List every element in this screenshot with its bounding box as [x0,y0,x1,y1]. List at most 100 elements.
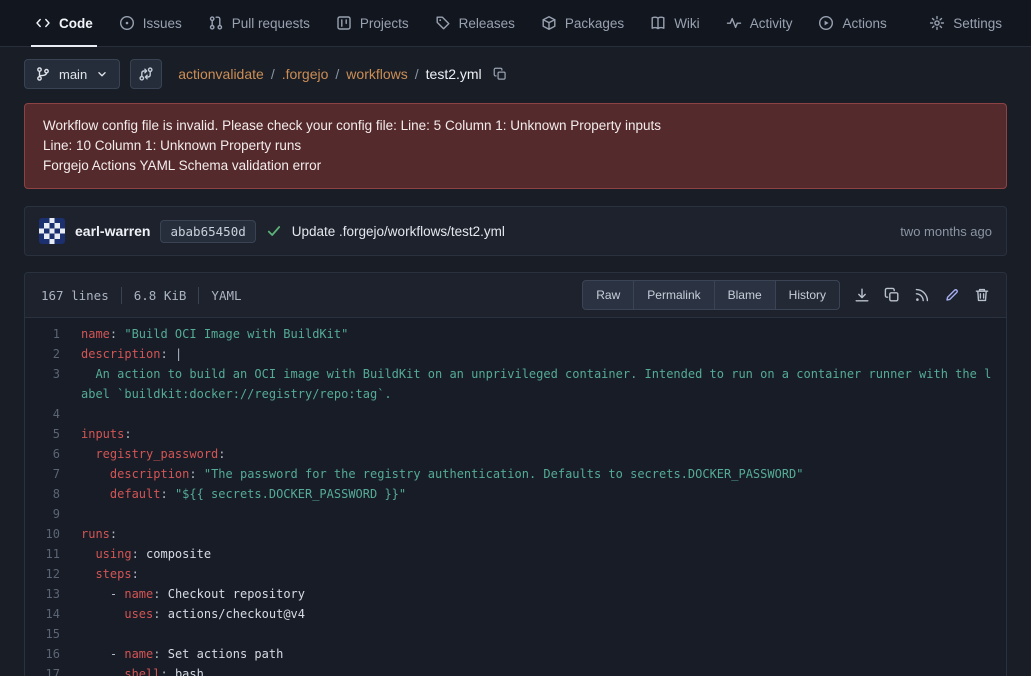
branch-label: main [59,67,87,82]
code-line: 17 shell: bash [25,664,1006,676]
tab-label: Code [59,16,93,31]
line-number[interactable]: 8 [25,484,73,504]
release-icon [435,15,451,31]
compare-icon [138,66,154,82]
file-lines-count: 167 lines [41,288,109,303]
breadcrumb-dir-forgejo[interactable]: .forgejo [282,66,329,82]
commit-sha-badge[interactable]: abab65450d [160,220,255,243]
breadcrumb-separator: / [415,66,419,82]
delete-file-button[interactable] [968,281,996,309]
latest-commit-bar: earl-warren abab65450d Update .forgejo/w… [24,206,1007,256]
file-header: 167 lines 6.8 KiB YAML Raw Permalink Bla… [25,273,1006,318]
line-number[interactable]: 11 [25,544,73,564]
pull-request-icon [208,15,224,31]
code-line: 6 registry_password: [25,444,1006,464]
tab-label: Wiki [674,16,700,31]
line-number[interactable]: 3 [25,364,73,404]
line-content: registry_password: [73,444,1006,464]
avatar[interactable] [39,218,65,244]
line-number[interactable]: 6 [25,444,73,464]
line-number[interactable]: 4 [25,404,73,424]
tab-actions[interactable]: Actions [805,0,899,46]
line-number[interactable]: 2 [25,344,73,364]
tab-wiki[interactable]: Wiki [637,0,713,46]
file-toolbar: main actionvalidate / .forgejo / workflo… [24,59,1007,89]
line-number[interactable]: 14 [25,604,73,624]
workflow-error-banner: Workflow config file is invalid. Please … [24,103,1007,189]
line-number[interactable]: 13 [25,584,73,604]
repo-tabs: Code Issues Pull requestsProjectsReleases P… [22,0,900,46]
breadcrumb: actionvalidate / .forgejo / workflows / … [178,66,506,82]
activity-icon [726,15,742,31]
permalink-button[interactable]: Permalink [633,280,714,310]
rss-icon [914,287,930,303]
line-content: - name: Set actions path [73,644,1006,664]
commit-message[interactable]: Update .forgejo/workflows/test2.yml [292,224,505,239]
breadcrumb-dir-workflows[interactable]: workflows [346,66,407,82]
breadcrumb-repo[interactable]: actionvalidate [178,66,264,82]
project-icon [336,15,352,31]
line-content [73,404,1006,424]
download-button[interactable] [848,281,876,309]
line-number[interactable]: 17 [25,664,73,676]
code-line: 10runs: [25,524,1006,544]
tab-label: Issues [143,16,182,31]
commit-status-check-icon[interactable] [266,223,282,239]
raw-button[interactable]: Raw [582,280,634,310]
line-number[interactable]: 1 [25,324,73,344]
pencil-icon [944,287,960,303]
code-line: 11 using: composite [25,544,1006,564]
file-action-icons [848,281,996,309]
line-number[interactable]: 12 [25,564,73,584]
commit-author[interactable]: earl-warren [75,223,150,239]
tab-projects[interactable]: Projects [323,0,422,46]
history-button[interactable]: History [775,280,840,310]
code-line: 4 [25,404,1006,424]
line-content: inputs: [73,424,1006,444]
line-content: description: | [73,344,1006,364]
line-number[interactable]: 9 [25,504,73,524]
code-line: 16 - name: Set actions path [25,644,1006,664]
line-content: shell: bash [73,664,1006,676]
tab-settings-label: Settings [953,16,1002,31]
copy-content-button[interactable] [878,281,906,309]
tab-label: Activity [750,16,793,31]
tab-issues[interactable]: Issues [106,0,195,46]
tab-activity[interactable]: Activity [713,0,806,46]
issue-icon [119,15,135,31]
code-line: 13 - name: Checkout repository [25,584,1006,604]
line-number[interactable]: 10 [25,524,73,544]
tab-label: Packages [565,16,624,31]
code-line: 15 [25,624,1006,644]
copy-path-button[interactable] [493,67,507,81]
file-language: YAML [211,288,241,303]
tab-pull-requests[interactable]: Pull requests [195,0,323,46]
file-view: 167 lines 6.8 KiB YAML Raw Permalink Bla… [24,272,1007,676]
line-content: description: "The password for the regis… [73,464,1006,484]
code-line: 12 steps: [25,564,1006,584]
branch-selector[interactable]: main [24,59,120,89]
file-size: 6.8 KiB [134,288,187,303]
rss-feed-button[interactable] [908,281,936,309]
gear-icon [929,15,945,31]
divider [121,287,122,304]
error-line-1: Workflow config file is invalid. Please … [43,116,988,136]
line-number[interactable]: 15 [25,624,73,644]
blame-button[interactable]: Blame [714,280,776,310]
line-content: runs: [73,524,1006,544]
tab-packages[interactable]: Packages [528,0,637,46]
line-number[interactable]: 7 [25,464,73,484]
tab-label: Actions [842,16,886,31]
line-number[interactable]: 16 [25,644,73,664]
tab-settings[interactable]: Settings [916,0,1015,46]
line-content [73,624,1006,644]
edit-file-button[interactable] [938,281,966,309]
wiki-icon [650,15,666,31]
code-line: 14 uses: actions/checkout@v4 [25,604,1006,624]
actions-icon [818,15,834,31]
code-line: 8 default: "${{ secrets.DOCKER_PASSWORD … [25,484,1006,504]
tab-code[interactable]: Code [22,0,106,46]
compare-button[interactable] [130,59,162,89]
tab-releases[interactable]: Releases [422,0,528,46]
line-number[interactable]: 5 [25,424,73,444]
